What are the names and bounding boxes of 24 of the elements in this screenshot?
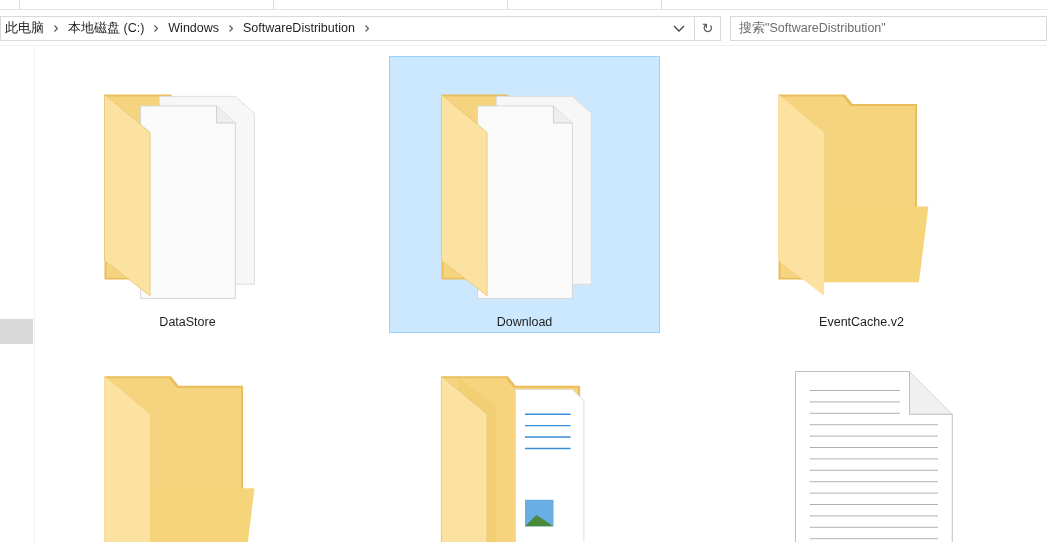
- chevron-icon: [229, 25, 234, 32]
- text-file-icon: [794, 371, 953, 542]
- chevron-icon: [364, 25, 369, 32]
- file-item[interactable]: DataStore: [52, 56, 323, 333]
- chevron-icon: [54, 25, 58, 32]
- chevron-icon: [154, 25, 159, 32]
- folder-with-documents-icon: [103, 94, 255, 299]
- folder-with-pictures-icon: [440, 375, 584, 542]
- file-item[interactable]: Download: [389, 56, 660, 333]
- breadcrumb-item[interactable]: SoftwareDistribution: [239, 19, 359, 38]
- dropdown-icon[interactable]: [673, 24, 685, 33]
- search-field[interactable]: 搜索"SoftwareDistribution": [730, 16, 1047, 41]
- nav-item[interactable]: [0, 319, 33, 344]
- item-label: DataStore: [159, 314, 216, 332]
- breadcrumb-item[interactable]: Windows: [164, 19, 224, 38]
- item-label: Download: [496, 314, 553, 332]
- folder-with-documents-icon: [440, 94, 592, 299]
- breadcrumb-item[interactable]: 此电脑: [1, 19, 48, 38]
- folder-icon: [778, 94, 928, 296]
- folder-icon: [103, 376, 254, 542]
- breadcrumb-item[interactable]: 本地磁盘 (C:): [64, 19, 149, 38]
- item-label: EventCache.v2: [819, 314, 904, 332]
- address-bar[interactable]: 此电脑 本地磁盘 (C:) Windows SoftwareDistribution ↻: [0, 16, 721, 41]
- file-item[interactable]: EventCache.v2: [726, 56, 997, 333]
